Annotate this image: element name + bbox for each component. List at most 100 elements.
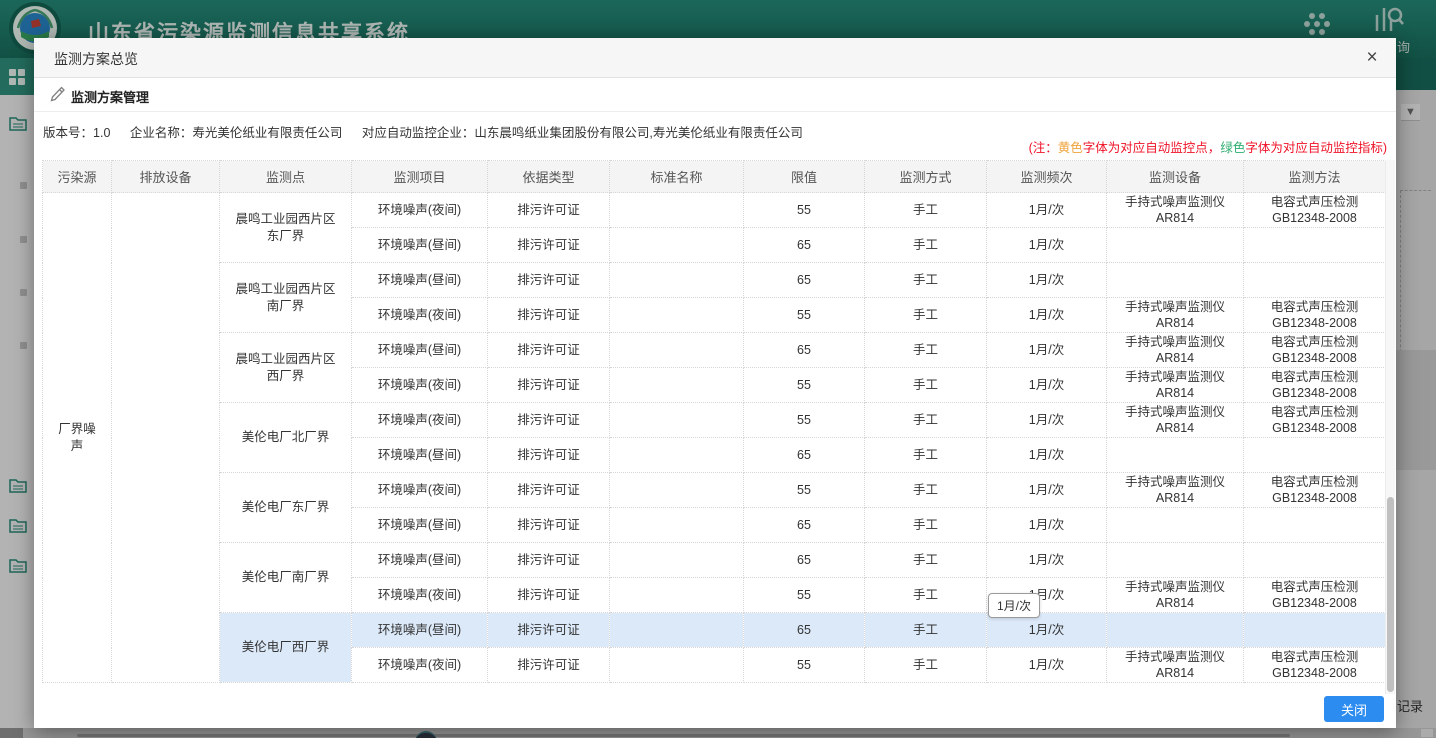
- basis-type-cell: 排污许可证: [488, 193, 610, 228]
- method-cell: [1244, 263, 1386, 298]
- basis-type-cell: 排污许可证: [488, 403, 610, 438]
- version-value: 1.0: [93, 126, 110, 140]
- column-header: 污染源: [43, 161, 112, 193]
- monitoring-item-cell: 环境噪声(昼间): [352, 228, 488, 263]
- table-header-row: 污染源排放设备监测点监测项目依据类型标准名称限值监测方式监测频次监测设备监测方法: [43, 161, 1386, 193]
- monitoring-mode-cell: 手工: [865, 333, 987, 368]
- monitoring-mode-cell: 手工: [865, 473, 987, 508]
- basis-type-cell: 排污许可证: [488, 298, 610, 333]
- monitoring-item-cell: 环境噪声(夜间): [352, 473, 488, 508]
- method-cell: [1244, 543, 1386, 578]
- note-yellow-word: 黄色: [1058, 141, 1083, 155]
- method-cell: 电容式声压检测GB12348-2008: [1244, 403, 1386, 438]
- standard-name-cell: [610, 193, 744, 228]
- monitoring-item-cell: 环境噪声(夜间): [352, 298, 488, 333]
- column-header: 监测点: [220, 161, 352, 193]
- device-cell: [1107, 508, 1244, 543]
- modal-info-bar: 版本号：1.0 企业名称：寿光美伦纸业有限责任公司 对应自动监控企业：山东晨鸣纸…: [34, 112, 1396, 160]
- note-green-word: 绿色: [1220, 141, 1245, 155]
- monitoring-mode-cell: 手工: [865, 543, 987, 578]
- method-cell: 电容式声压检测GB12348-2008: [1244, 193, 1386, 228]
- column-header: 监测方式: [865, 161, 987, 193]
- note-prefix: (注：: [1029, 141, 1058, 155]
- basis-type-cell: 排污许可证: [488, 648, 610, 683]
- method-cell: [1244, 613, 1386, 648]
- device-cell: 手持式噪声监测仪AR814: [1107, 193, 1244, 228]
- monitoring-mode-cell: 手工: [865, 438, 987, 473]
- table-row[interactable]: 厂界噪声晨鸣工业园西片区东厂界环境噪声(夜间)排污许可证55手工1月/次手持式噪…: [43, 193, 1386, 228]
- standard-name-cell: [610, 473, 744, 508]
- standard-name-cell: [610, 263, 744, 298]
- table-row[interactable]: 晨鸣工业园西片区南厂界环境噪声(昼间)排污许可证65手工1月/次: [43, 263, 1386, 298]
- modal-titlebar: 监测方案总览 ×: [34, 38, 1396, 78]
- method-cell: [1244, 228, 1386, 263]
- basis-type-cell: 排污许可证: [488, 508, 610, 543]
- monitoring-point-cell: 晨鸣工业园西片区南厂界: [220, 263, 352, 333]
- monitoring-item-cell: 环境噪声(夜间): [352, 648, 488, 683]
- column-header: 排放设备: [112, 161, 220, 193]
- section-title: 监测方案管理: [71, 87, 149, 106]
- table-row[interactable]: 美伦电厂南厂界环境噪声(昼间)排污许可证65手工1月/次: [43, 543, 1386, 578]
- close-icon[interactable]: ×: [1360, 46, 1384, 70]
- auto-company-value: 山东晨鸣纸业集团股份有限公司,寿光美伦纸业有限责任公司: [474, 126, 802, 140]
- method-cell: 电容式声压检测GB12348-2008: [1244, 648, 1386, 683]
- modal: 监测方案总览 × 监测方案管理 版本号：1.0 企业名称：寿光美伦纸业有限责任公…: [34, 38, 1396, 728]
- limit-value-cell: 55: [744, 403, 865, 438]
- monitoring-mode-cell: 手工: [865, 193, 987, 228]
- basis-type-cell: 排污许可证: [488, 613, 610, 648]
- limit-value-cell: 55: [744, 368, 865, 403]
- version-label: 版本号：: [43, 126, 93, 140]
- frequency-tooltip: 1月/次: [988, 593, 1040, 618]
- monitoring-mode-cell: 手工: [865, 648, 987, 683]
- standard-name-cell: [610, 613, 744, 648]
- frequency-cell: 1月/次: [987, 368, 1107, 403]
- table-vertical-scrollbar[interactable]: [1385, 160, 1395, 694]
- note-yellow-desc: 字体为对应自动监控点，: [1083, 141, 1221, 155]
- standard-name-cell: [610, 438, 744, 473]
- monitoring-point-cell: 美伦电厂南厂界: [220, 543, 352, 613]
- monitoring-mode-cell: 手工: [865, 508, 987, 543]
- frequency-cell: 1月/次: [987, 543, 1107, 578]
- column-header: 标准名称: [610, 161, 744, 193]
- monitoring-item-cell: 环境噪声(夜间): [352, 578, 488, 613]
- monitoring-item-cell: 环境噪声(昼间): [352, 508, 488, 543]
- column-header: 依据类型: [488, 161, 610, 193]
- plan-info-line: 版本号：1.0 企业名称：寿光美伦纸业有限责任公司 对应自动监控企业：山东晨鸣纸…: [43, 122, 819, 141]
- table-row[interactable]: 美伦电厂西厂界环境噪声(昼间)排污许可证65手工1月/次: [43, 613, 1386, 648]
- table-row[interactable]: 美伦电厂东厂界环境噪声(夜间)排污许可证55手工1月/次手持式噪声监测仪AR81…: [43, 473, 1386, 508]
- frequency-cell: 1月/次: [987, 438, 1107, 473]
- monitoring-point-cell: 美伦电厂北厂界: [220, 403, 352, 473]
- limit-value-cell: 55: [744, 648, 865, 683]
- frequency-cell: 1月/次: [987, 228, 1107, 263]
- monitoring-mode-cell: 手工: [865, 613, 987, 648]
- method-cell: 电容式声压检测GB12348-2008: [1244, 298, 1386, 333]
- monitoring-item-cell: 环境噪声(夜间): [352, 368, 488, 403]
- color-legend-note: (注：黄色字体为对应自动监控点，绿色字体为对应自动监控指标): [1029, 137, 1387, 156]
- monitoring-item-cell: 环境噪声(昼间): [352, 263, 488, 298]
- basis-type-cell: 排污许可证: [488, 543, 610, 578]
- frequency-cell: 1月/次: [987, 298, 1107, 333]
- monitoring-plan-table: 污染源排放设备监测点监测项目依据类型标准名称限值监测方式监测频次监测设备监测方法…: [42, 160, 1386, 683]
- limit-value-cell: 65: [744, 333, 865, 368]
- device-cell: [1107, 263, 1244, 298]
- monitoring-item-cell: 环境噪声(昼间): [352, 613, 488, 648]
- monitoring-mode-cell: 手工: [865, 403, 987, 438]
- vertical-scrollbar-thumb[interactable]: [1387, 497, 1394, 692]
- monitoring-item-cell: 环境噪声(夜间): [352, 403, 488, 438]
- device-cell: 手持式噪声监测仪AR814: [1107, 333, 1244, 368]
- standard-name-cell: [610, 298, 744, 333]
- device-cell: [1107, 438, 1244, 473]
- method-cell: 电容式声压检测GB12348-2008: [1244, 333, 1386, 368]
- close-button[interactable]: 关闭: [1324, 696, 1384, 722]
- frequency-cell: 1月/次: [987, 508, 1107, 543]
- standard-name-cell: [610, 228, 744, 263]
- table-row[interactable]: 美伦电厂北厂界环境噪声(夜间)排污许可证55手工1月/次手持式噪声监测仪AR81…: [43, 403, 1386, 438]
- frequency-cell: 1月/次: [987, 473, 1107, 508]
- monitoring-point-cell: 美伦电厂东厂界: [220, 473, 352, 543]
- modal-section-header: 监测方案管理: [34, 78, 1396, 112]
- device-cell: 手持式噪声监测仪AR814: [1107, 578, 1244, 613]
- table-row[interactable]: 晨鸣工业园西片区西厂界环境噪声(昼间)排污许可证65手工1月/次手持式噪声监测仪…: [43, 333, 1386, 368]
- limit-value-cell: 65: [744, 263, 865, 298]
- standard-name-cell: [610, 403, 744, 438]
- monitoring-mode-cell: 手工: [865, 298, 987, 333]
